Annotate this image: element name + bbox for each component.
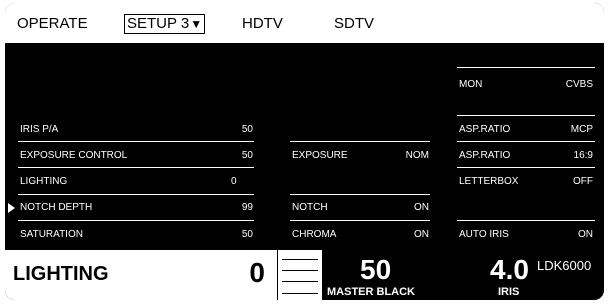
divider — [457, 220, 595, 221]
param-label: EXPOSURE — [292, 150, 348, 161]
divider — [18, 194, 254, 195]
tab-sdtv[interactable]: SDTV — [334, 15, 374, 33]
divider — [290, 220, 430, 221]
param-value: 16:9 — [573, 150, 593, 161]
camera-menu-display: OPERATE SETUP 3▼ HDTV SDTV IRIS P/A 50 E… — [5, 3, 604, 300]
divider — [457, 115, 595, 116]
divider — [457, 141, 595, 142]
ladder-tick — [282, 293, 318, 294]
param-label: NOTCH — [292, 202, 328, 213]
param-label: AUTO IRIS — [459, 229, 509, 240]
param-label: LETTERBOX — [459, 176, 519, 187]
master-black-value: 50 — [360, 254, 392, 285]
iris-label: IRIS — [498, 286, 520, 298]
current-parameter-name: LIGHTING — [13, 263, 109, 285]
menu-item-value: 50 — [241, 124, 253, 135]
param-value: CVBS — [565, 79, 593, 90]
menu-item-label: SATURATION — [20, 229, 83, 240]
param-value: ON — [578, 229, 593, 240]
tab-setup-3-label: SETUP 3 — [127, 15, 190, 32]
ladder-tick — [282, 270, 318, 271]
divider — [290, 141, 430, 142]
param-value: ON — [414, 202, 429, 213]
current-parameter-value: 0 — [249, 257, 265, 288]
master-black-label: MASTER BLACK — [327, 286, 415, 298]
menu-item-value: 99 — [241, 202, 253, 213]
divider — [457, 167, 595, 168]
camera-model-label: LDK6000 — [537, 258, 592, 273]
divider — [457, 67, 595, 68]
param-value: OFF — [573, 176, 593, 187]
current-parameter-box: LIGHTING 0 — [5, 250, 277, 300]
level-ladder — [277, 250, 323, 300]
triangle-right-icon — [8, 203, 15, 213]
triangle-down-icon: ▼ — [190, 17, 203, 31]
param-label: ASP.RATIO — [459, 150, 511, 161]
param-label: ASP.RATIO — [459, 124, 511, 135]
divider — [18, 220, 254, 221]
tab-hdtv[interactable]: HDTV — [242, 15, 283, 33]
tab-setup-3[interactable]: SETUP 3▼ — [124, 14, 206, 34]
tab-operate[interactable]: OPERATE — [17, 15, 88, 33]
param-value: NOM — [405, 150, 429, 161]
param-label: MON — [459, 79, 483, 90]
param-label: CHROMA — [292, 229, 337, 240]
tab-bar: OPERATE SETUP 3▼ HDTV SDTV — [5, 3, 604, 43]
menu-item-value: 50 — [241, 150, 253, 161]
menu-panel: IRIS P/A 50 EXPOSURE CONTROL 50 LIGHTING… — [5, 43, 604, 250]
ladder-tick — [282, 281, 318, 282]
menu-item-value: 50 — [241, 229, 253, 240]
menu-item-label: EXPOSURE CONTROL — [20, 150, 128, 161]
menu-item-label: LIGHTING — [20, 176, 68, 187]
iris-value: 4.0 — [490, 254, 529, 285]
param-value: MCP — [570, 124, 593, 135]
menu-item-label: NOTCH DEPTH — [20, 202, 93, 213]
param-value: ON — [414, 229, 429, 240]
divider — [18, 141, 254, 142]
menu-item-value: 0 — [231, 176, 237, 187]
divider — [18, 167, 254, 168]
ladder-tick — [282, 259, 318, 260]
divider — [290, 194, 430, 195]
menu-item-label: IRIS P/A — [20, 124, 59, 135]
